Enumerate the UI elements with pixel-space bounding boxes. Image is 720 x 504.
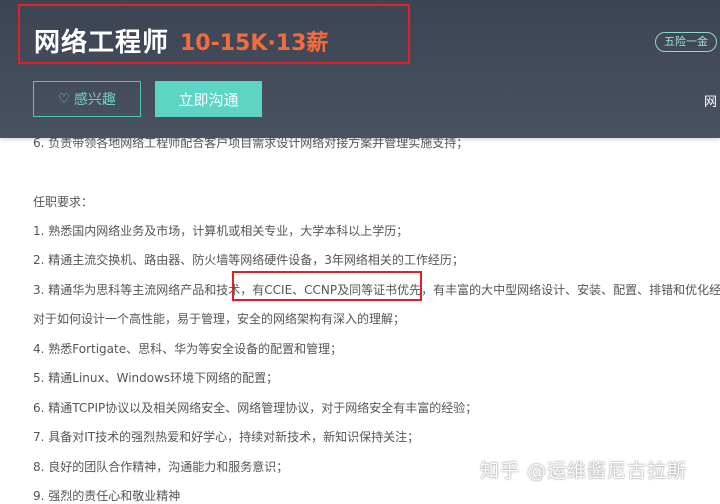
cut-off-nav-text: 网 [704,95,718,110]
requirement-6: 6. 精通TCPIP协议以及相关网络安全、网络管理协议，对于网络安全有丰富的经验… [33,401,478,415]
heart-icon: ♡ [58,91,70,107]
job-title: 网络工程师 [34,28,170,58]
requirement-5: 5. 精通Linux、Windows环境下网络的配置； [33,371,279,385]
requirements-title: 任职要求： [33,195,94,209]
chat-now-button[interactable]: 立即沟通 [155,81,262,117]
requirement-7: 7. 具备对IT技术的强烈热爱和好学心，持续对新技术，新知识保持关注； [33,430,420,444]
requirement-3-continued: 对于如何设计一个高性能，易于管理，安全的网络架构有深入的理解； [33,312,406,326]
benefit-badge: 五险一金 [655,32,717,52]
requirement-8: 8. 良好的团队合作精神，沟通能力和服务意识； [33,460,289,474]
interest-button[interactable]: ♡ 感兴趣 [33,81,141,117]
requirement-4: 4. 熟悉Fortigate、思科、华为等安全设备的配置和管理； [33,342,343,356]
requirement-3-part1: 3. 精通华为思科等主流网络产品和技术， [33,283,253,297]
certificate-highlight-box [232,271,422,301]
requirement-3-part2: 有丰富的大中型网络设计、安装、配置、排错和优化经验， [433,283,720,297]
interest-button-label: 感兴趣 [73,92,116,108]
requirement-9: 9. 强烈的责任心和敬业精神 [33,489,181,503]
job-header: 网络工程师 10-15K·13薪 五险一金 ♡ 感兴趣 立即沟通 网 [0,0,720,138]
requirement-2: 2. 精通主流交换机、路由器、防火墙等网络硬件设备，3年网络相关的工作经历； [33,253,464,267]
requirement-1: 1. 熟悉国内网络业务及市场，计算机或相关专业，大学本科以上学历； [33,224,409,238]
zhihu-watermark: 知乎 @运维酱尼古拉斯 [480,460,688,482]
salary: 10-15K·13薪 [180,31,329,56]
